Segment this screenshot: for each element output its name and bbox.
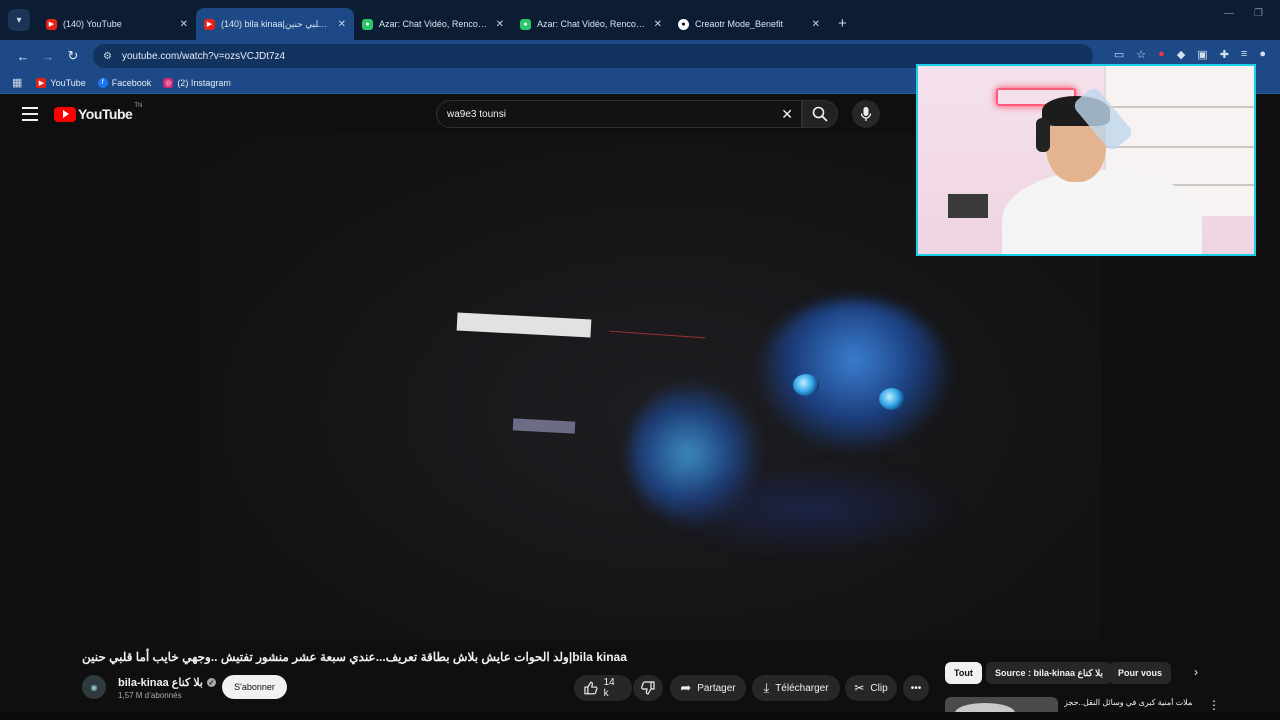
close-icon[interactable]: ✕ (812, 19, 820, 30)
channel-name-row[interactable]: bila-kinaa بلا كناع ✓ (118, 676, 216, 689)
youtube-icon: ▶ (46, 18, 57, 30)
like-count: 14 k (603, 677, 615, 699)
site-settings-icon[interactable]: ⚙ (103, 51, 112, 62)
tab-title: (140) YouTube (63, 19, 122, 29)
bottom-edge (0, 712, 1280, 720)
like-button[interactable]: 14 k (574, 675, 632, 701)
clip-label: Clip (870, 682, 888, 694)
cast-icon[interactable]: ▭ (1114, 48, 1124, 61)
reading-list-icon[interactable]: ≡ (1241, 48, 1247, 61)
tab-azar-2[interactable]: ● Azar: Chat Vidéo, Rencontrer de ✕ (512, 8, 670, 40)
microphone-icon (860, 107, 872, 121)
extension-badge-icon[interactable]: ▣ (1197, 48, 1207, 61)
clear-search-icon[interactable]: ✕ (781, 106, 793, 123)
search-value: wa9e3 tounsi (447, 108, 506, 120)
chevron-right-icon[interactable]: › (1194, 665, 1198, 679)
reload-icon[interactable]: ↻ (62, 45, 84, 67)
share-arrow-icon: ➦ (680, 680, 692, 695)
menu-icon[interactable] (22, 107, 38, 121)
apps-grid-icon[interactable]: ▦ (12, 76, 22, 89)
webcam-headset (1036, 118, 1050, 152)
bookmark-instagram[interactable]: ◎ (2) Instagram (163, 77, 231, 88)
subscribe-button[interactable]: S'abonner (222, 675, 287, 699)
tab-title: Azar: Chat Vidéo, Rencontrer de (379, 19, 490, 29)
tab-title: Creaotr Mode_Benefit (695, 19, 784, 29)
azar-icon: ● (362, 18, 373, 30)
restore-icon[interactable]: ❐ (1254, 8, 1263, 19)
more-vertical-icon[interactable]: ⋮ (1208, 698, 1220, 712)
share-label: Partager (697, 682, 736, 694)
download-icon: ⤓ (763, 680, 770, 695)
toolbar-icons: ▭ ☆ ● ◆ ▣ ✚ ≡ ● (1114, 48, 1266, 61)
recommended-video-title[interactable]: حملات أمنية كبرى في وسائل النقل..حجز (1064, 698, 1192, 707)
minimize-icon[interactable]: — (1224, 8, 1234, 19)
close-icon[interactable]: ✕ (180, 19, 188, 30)
streamer-webcam-overlay (916, 64, 1256, 256)
tab-search-chevron-icon[interactable]: ▾ (8, 9, 30, 31)
back-arrow-icon[interactable]: ← (12, 45, 34, 67)
logo-text: YouTube (78, 106, 133, 122)
forward-arrow-icon[interactable]: → (37, 45, 59, 67)
thumbs-up-icon (584, 681, 598, 695)
youtube-icon: ▶ (36, 77, 47, 88)
clip-button[interactable]: ✂ Clip (845, 675, 897, 701)
browser-tab-strip: ▾ ▶ (140) YouTube ✕ ▶ (140) bila kinaa|و… (0, 0, 1280, 40)
facebook-icon: f (97, 77, 108, 88)
voice-search-button[interactable] (852, 100, 880, 128)
thumbs-down-icon (641, 681, 655, 695)
screen: ▾ ▶ (140) YouTube ✕ ▶ (140) bila kinaa|و… (0, 0, 1280, 720)
verified-check-icon: ✓ (206, 678, 216, 687)
download-label: Télécharger (775, 682, 829, 694)
close-icon[interactable]: ✕ (496, 19, 504, 30)
video-dark-glow (659, 464, 959, 554)
extension-diamond-icon[interactable]: ◆ (1177, 48, 1185, 61)
tab-youtube-home[interactable]: ▶ (140) YouTube ✕ (38, 8, 196, 40)
search-icon (812, 106, 828, 122)
channel-name: bila-kinaa بلا كناع (118, 677, 203, 689)
profile-avatar-icon[interactable]: ● (1259, 48, 1266, 61)
chip-source[interactable]: Source : bila-kinaa بلا كناع (986, 662, 1113, 684)
dislike-button[interactable] (633, 675, 663, 701)
extension-red-icon[interactable]: ● (1158, 48, 1165, 61)
scissors-icon: ✂ (854, 681, 865, 695)
bookmark-facebook[interactable]: f Facebook (97, 77, 152, 88)
azar-icon: ● (520, 18, 531, 30)
more-actions-button[interactable]: ••• (903, 675, 929, 701)
video-glowing-eye-right (879, 388, 905, 410)
bookmark-label: Facebook (111, 77, 152, 88)
search-button[interactable] (802, 100, 838, 128)
bookmark-label: YouTube (50, 77, 86, 88)
video-blue-face-glow (759, 300, 949, 450)
share-button[interactable]: ➦ Partager (670, 675, 746, 701)
subscriber-count: 1,57 M d’abonnés (118, 691, 182, 700)
tab-youtube-video[interactable]: ▶ (140) bila kinaa|ولد الحوات عايش بلاش … (196, 8, 354, 40)
youtube-icon: ▶ (204, 18, 215, 30)
tab-title: (140) bila kinaa|ولد الحوات عايش بلاش بط… (221, 18, 332, 29)
video-title: ولد الحوات عايش بلاش بطاقة تعريف...عندي … (82, 650, 627, 664)
video-glowing-eye-left (793, 374, 819, 396)
close-icon[interactable]: ✕ (338, 19, 346, 30)
more-horizontal-icon: ••• (910, 682, 922, 694)
tab-azar-1[interactable]: ● Azar: Chat Vidéo, Rencontrer de ✕ (354, 8, 512, 40)
chip-for-you[interactable]: Pour vous (1109, 662, 1172, 684)
creator-icon: ● (678, 18, 689, 30)
search-input[interactable]: wa9e3 tounsi ✕ (436, 100, 802, 128)
bookmark-youtube[interactable]: ▶ YouTube (36, 77, 86, 88)
extensions-puzzle-icon[interactable]: ✚ (1220, 48, 1229, 61)
close-icon[interactable]: ✕ (654, 19, 662, 30)
bookmark-star-icon[interactable]: ☆ (1136, 48, 1146, 61)
instagram-icon: ◎ (163, 77, 174, 88)
logo-country: TN (134, 103, 143, 109)
chip-all[interactable]: Tout (945, 662, 982, 684)
tab-creator-mode[interactable]: ● Creaotr Mode_Benefit ✕ (670, 8, 828, 40)
youtube-play-icon (54, 106, 76, 122)
youtube-logo[interactable]: YouTube TN (54, 103, 143, 122)
webcam-desk-object (948, 194, 988, 218)
new-tab-plus-icon[interactable]: + (838, 15, 847, 32)
tab-title: Azar: Chat Vidéo, Rencontrer de (537, 19, 648, 29)
bookmark-label: (2) Instagram (177, 77, 231, 88)
download-button[interactable]: ⤓ Télécharger (752, 675, 840, 701)
channel-avatar[interactable]: ◉ (82, 675, 106, 699)
url-text: youtube.com/watch?v=ozsVCJDt7z4 (121, 50, 286, 62)
